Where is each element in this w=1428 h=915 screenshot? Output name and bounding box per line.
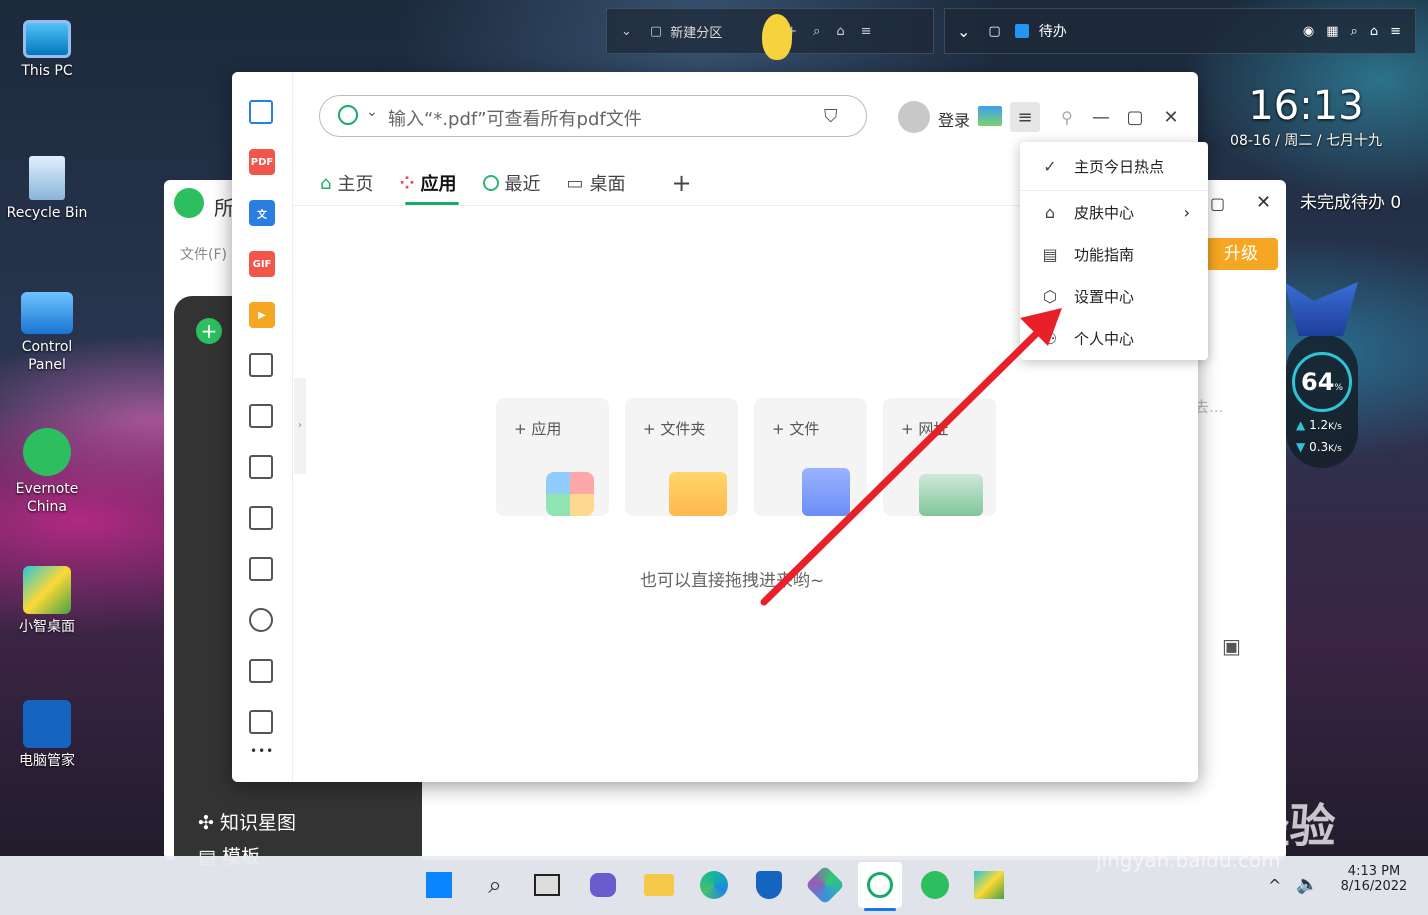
volume-icon[interactable]: 🔈 <box>1296 874 1318 895</box>
file-search-taskbar-icon[interactable] <box>858 862 902 908</box>
annotation-arrow <box>760 308 1062 606</box>
watermark-url: jingyan.baidu.com <box>1096 848 1281 872</box>
active-indicator <box>864 908 896 911</box>
evernote-icon[interactable] <box>918 868 952 902</box>
app-icon[interactable] <box>805 865 845 905</box>
chat-icon[interactable] <box>586 868 620 902</box>
watermark-logo: Baidu经验 <box>1096 799 1336 853</box>
taskbar-time: 4:13 PM <box>1347 864 1401 879</box>
chevron-up-icon[interactable]: ^ <box>1268 876 1281 895</box>
windows-start-icon[interactable] <box>422 868 456 902</box>
taskbar-date: 8/16/2022 <box>1340 879 1408 894</box>
edge-icon[interactable] <box>697 868 731 902</box>
shield-icon[interactable] <box>752 868 786 902</box>
task-view-icon[interactable] <box>530 868 564 902</box>
search-icon[interactable]: ⌕ <box>478 868 512 902</box>
system-clock[interactable]: 4:13 PM 8/16/2022 <box>1334 864 1414 894</box>
xiaozhi-desktop-icon[interactable] <box>972 868 1006 902</box>
file-explorer-icon[interactable] <box>642 868 676 902</box>
